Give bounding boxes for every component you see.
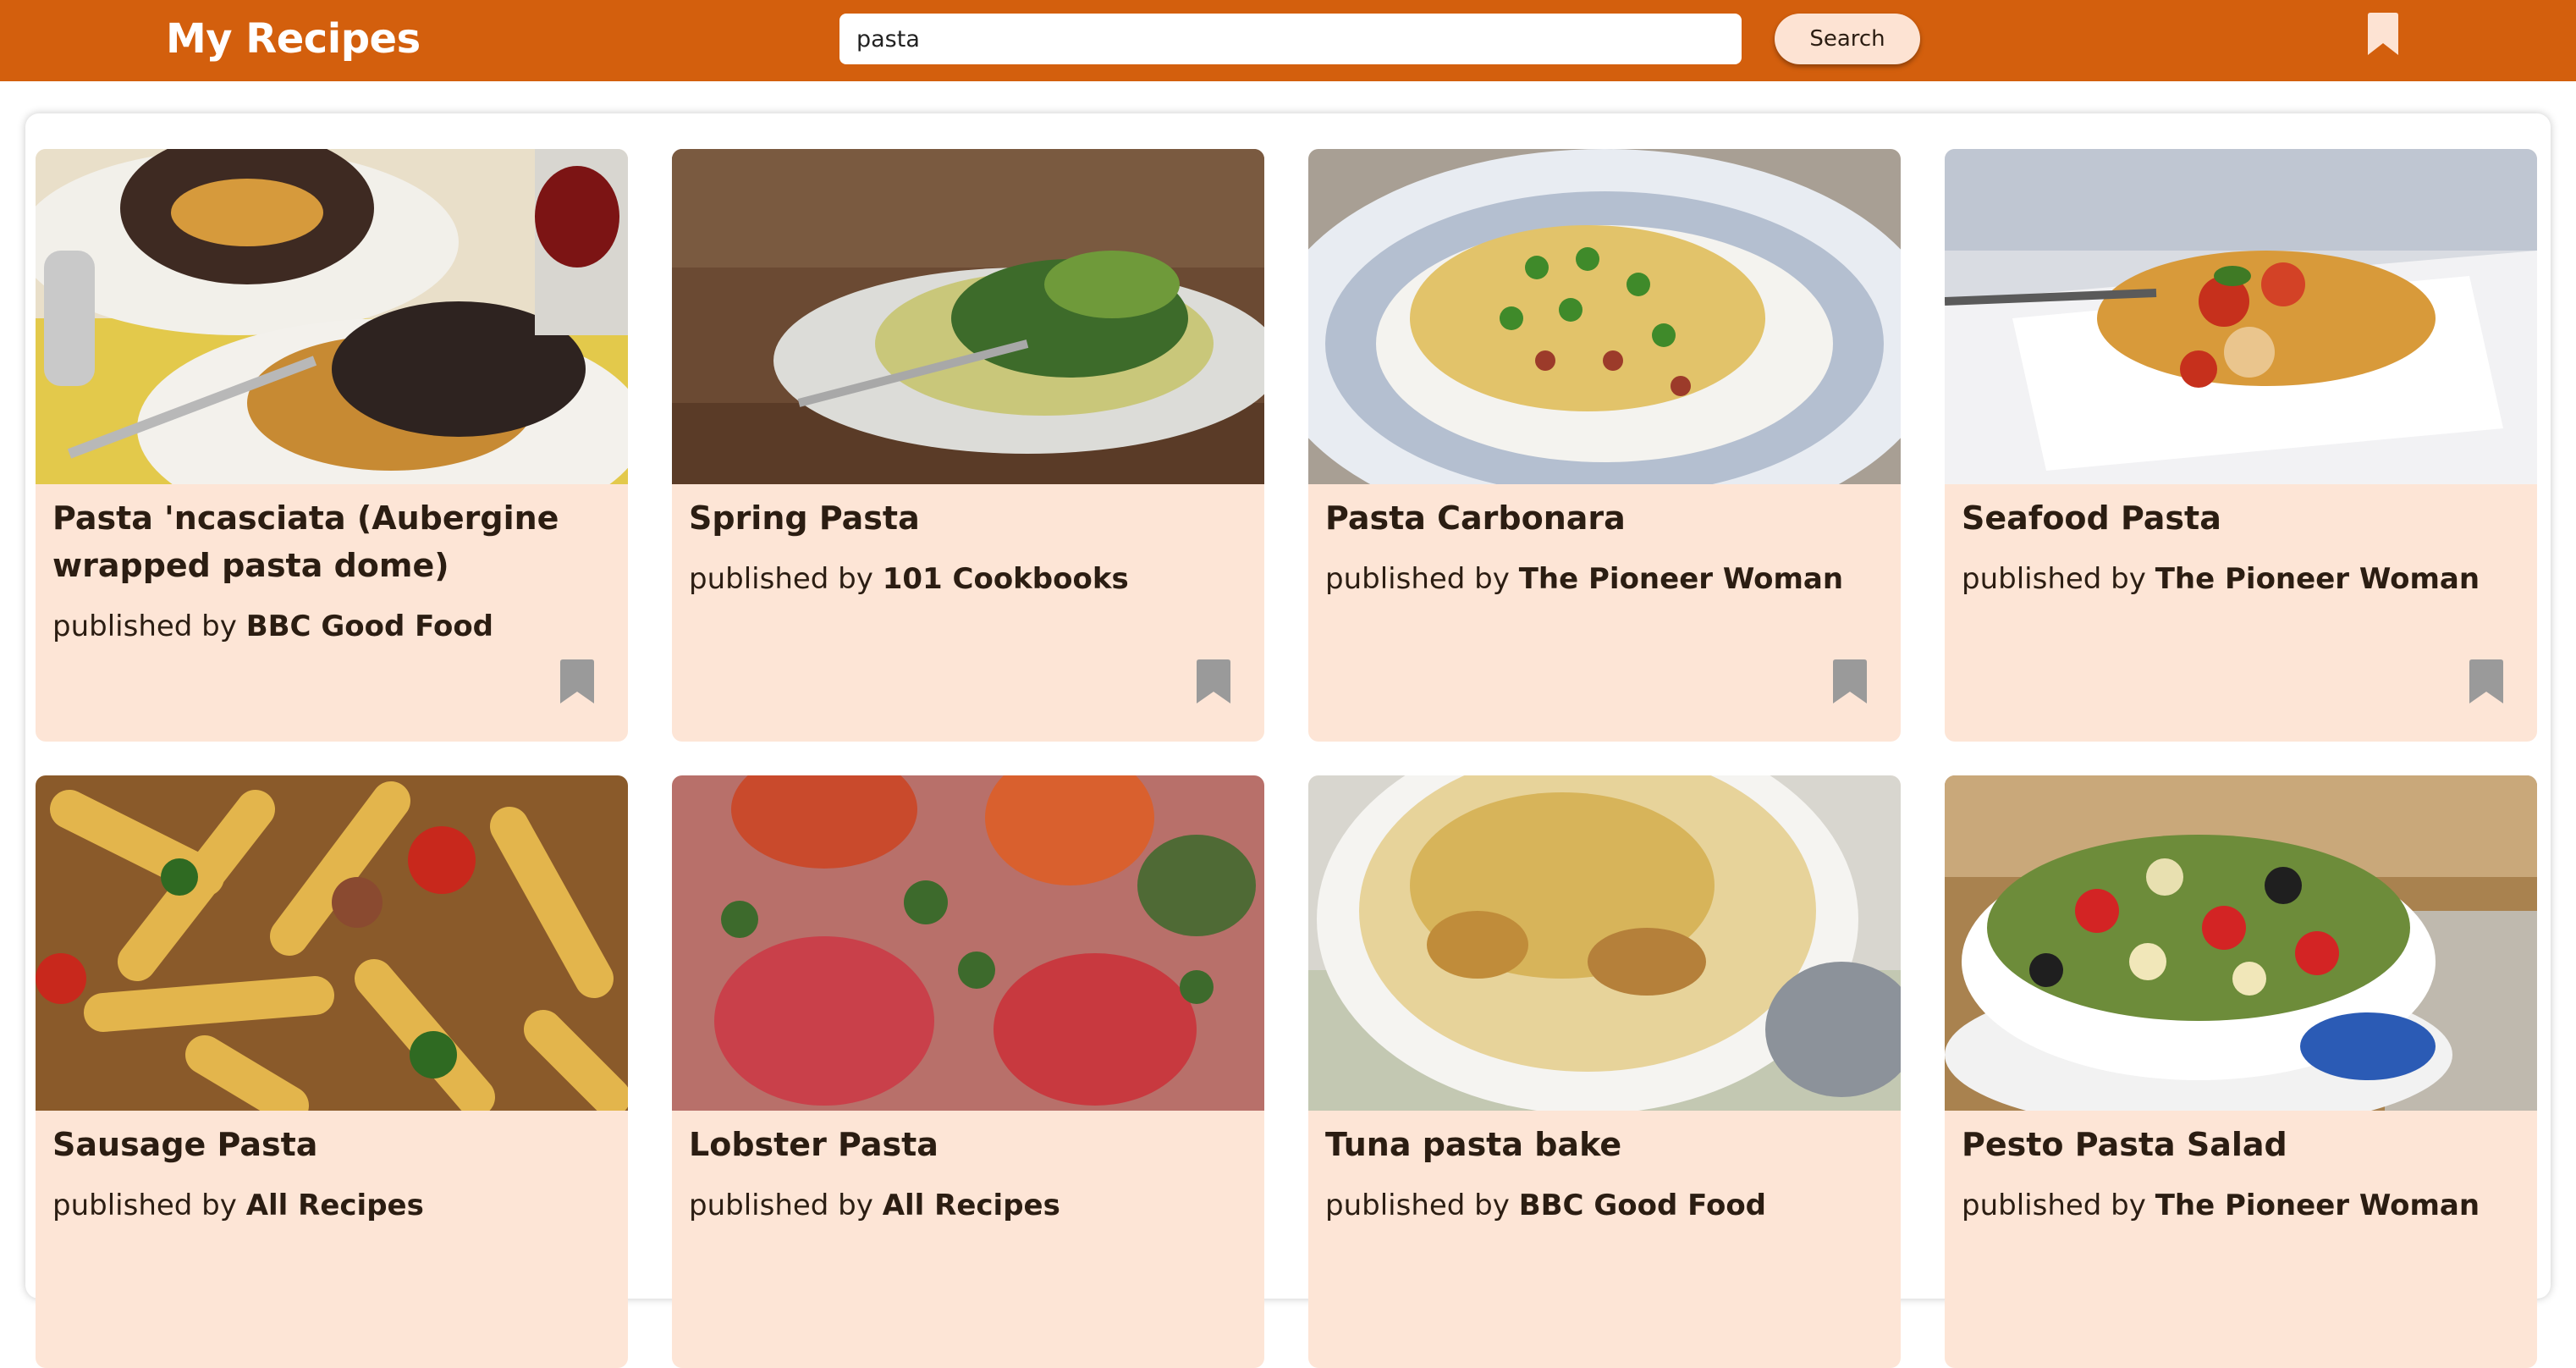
recipe-card[interactable]: Lobster Pasta published by All Recipes <box>672 775 1264 1368</box>
recipe-card[interactable]: Spring Pasta published by 101 Cookbooks <box>672 149 1264 742</box>
search-input[interactable] <box>839 14 1742 64</box>
recipe-card[interactable]: Tuna pasta bake published by BBC Good Fo… <box>1308 775 1901 1368</box>
recipe-publisher: published by The Pioneer Woman <box>1962 560 2520 598</box>
app-title: My Recipes <box>166 15 421 63</box>
recipe-card[interactable]: Sausage Pasta published by All Recipes <box>36 775 628 1368</box>
published-by-label: published by <box>1962 1189 2146 1222</box>
bookmark-icon <box>1833 659 1867 703</box>
recipe-image[interactable] <box>36 775 628 1111</box>
bookmark-button[interactable] <box>1195 659 1232 704</box>
recipe-image[interactable] <box>672 775 1264 1111</box>
recipe-publisher: published by BBC Good Food <box>1325 1187 1884 1224</box>
recipe-publisher: published by BBC Good Food <box>52 608 611 645</box>
bookmark-button[interactable] <box>1831 659 1869 704</box>
publisher-name: BBC Good Food <box>245 610 494 643</box>
search-button[interactable]: Search <box>1775 14 1920 64</box>
recipe-title[interactable]: Sausage Pasta <box>52 1121 611 1168</box>
publisher-name: 101 Cookbooks <box>882 562 1129 596</box>
recipe-image[interactable] <box>1945 775 2537 1111</box>
published-by-label: published by <box>1962 562 2146 596</box>
recipe-title[interactable]: Tuna pasta bake <box>1325 1121 1884 1168</box>
recipe-publisher: published by 101 Cookbooks <box>689 560 1247 598</box>
recipe-card[interactable]: Pesto Pasta Salad published by The Pione… <box>1945 775 2537 1368</box>
published-by-label: published by <box>52 1189 237 1222</box>
publisher-name: BBC Good Food <box>1518 1189 1767 1222</box>
published-by-label: published by <box>1325 562 1510 596</box>
recipe-image[interactable] <box>36 149 628 484</box>
publisher-name: All Recipes <box>882 1189 1060 1222</box>
bookmark-button[interactable] <box>2468 659 2505 704</box>
recipe-card[interactable]: Pasta Carbonara published by The Pioneer… <box>1308 149 1901 742</box>
recipe-publisher: published by All Recipes <box>689 1187 1247 1224</box>
recipe-results-panel: Pasta 'ncasciata (Aubergine wrapped past… <box>25 113 2551 1368</box>
publisher-name: All Recipes <box>245 1189 424 1222</box>
recipe-publisher: published by All Recipes <box>52 1187 611 1224</box>
recipe-title[interactable]: Lobster Pasta <box>689 1121 1247 1168</box>
bookmark-icon <box>1197 659 1230 703</box>
recipe-image[interactable] <box>672 149 1264 484</box>
recipe-title[interactable]: Pasta 'ncasciata (Aubergine wrapped past… <box>52 494 611 589</box>
bookmark-icon <box>2368 13 2398 55</box>
recipe-card[interactable]: Pasta 'ncasciata (Aubergine wrapped past… <box>36 149 628 742</box>
recipe-title[interactable]: Pasta Carbonara <box>1325 494 1884 542</box>
recipe-title[interactable]: Spring Pasta <box>689 494 1247 542</box>
bookmarks-button[interactable] <box>2366 12 2400 56</box>
recipe-image[interactable] <box>1945 149 2537 484</box>
publisher-name: The Pioneer Woman <box>2155 1189 2480 1222</box>
publisher-name: The Pioneer Woman <box>2155 562 2480 596</box>
recipe-card[interactable]: Seafood Pasta published by The Pioneer W… <box>1945 149 2537 742</box>
bookmark-icon <box>560 659 594 703</box>
recipe-title[interactable]: Pesto Pasta Salad <box>1962 1121 2520 1168</box>
bookmark-button[interactable] <box>559 659 596 704</box>
publisher-name: The Pioneer Woman <box>1518 562 1844 596</box>
recipe-publisher: published by The Pioneer Woman <box>1962 1187 2520 1224</box>
recipe-title[interactable]: Seafood Pasta <box>1962 494 2520 542</box>
published-by-label: published by <box>1325 1189 1510 1222</box>
published-by-label: published by <box>689 562 873 596</box>
published-by-label: published by <box>689 1189 873 1222</box>
recipe-publisher: published by The Pioneer Woman <box>1325 560 1884 598</box>
recipe-image[interactable] <box>1308 775 1901 1111</box>
app-header: My Recipes Search <box>0 0 2576 81</box>
recipe-image[interactable] <box>1308 149 1901 484</box>
published-by-label: published by <box>52 610 237 643</box>
bookmark-icon <box>2469 659 2503 703</box>
